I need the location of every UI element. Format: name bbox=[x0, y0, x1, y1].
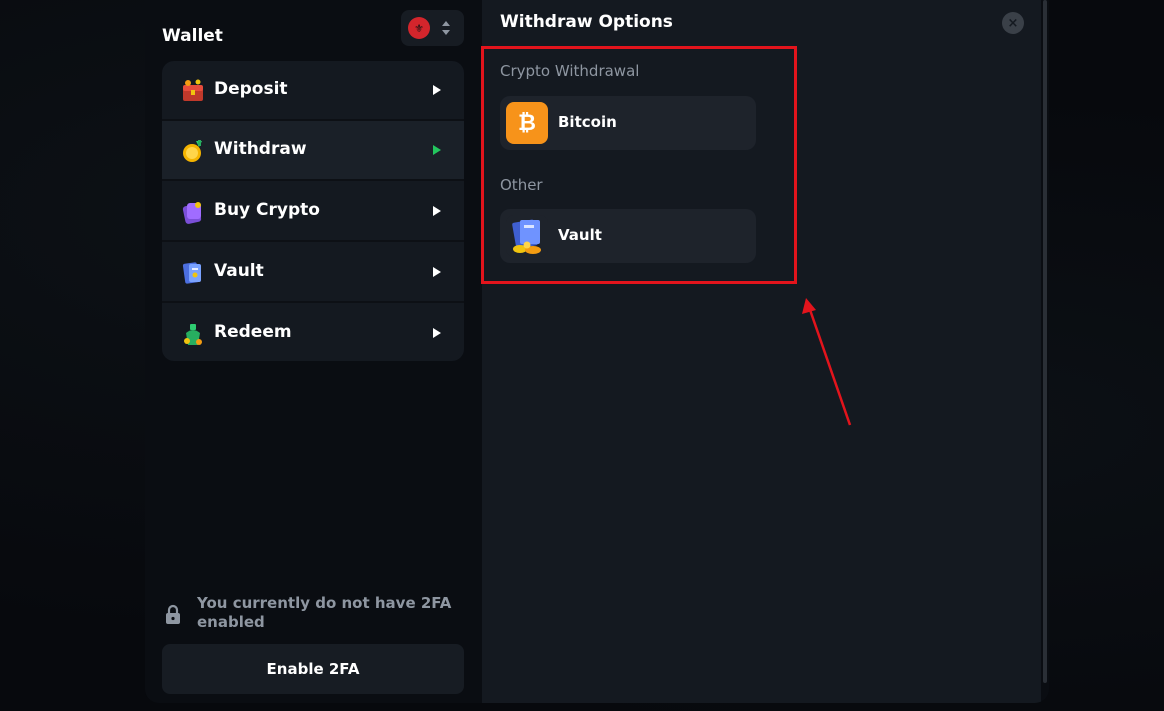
deposit-chest-icon bbox=[183, 79, 203, 101]
wallet-menu: Deposit Withdraw Buy Crypto Vault Redeem bbox=[162, 61, 464, 361]
redeem-money-icon bbox=[184, 324, 202, 345]
annotation-arrow-icon bbox=[802, 298, 852, 426]
menu-item-withdraw[interactable]: Withdraw bbox=[162, 121, 464, 181]
menu-item-buy-crypto[interactable]: Buy Crypto bbox=[162, 182, 464, 242]
play-arrow-icon bbox=[433, 206, 441, 216]
buy-crypto-card-icon bbox=[182, 202, 202, 224]
twofa-message: You currently do not have 2FA enabled bbox=[197, 594, 452, 631]
close-icon: × bbox=[1007, 15, 1019, 31]
currency-flag-icon: ⚜ bbox=[408, 17, 430, 39]
wallet-title: Wallet bbox=[162, 26, 223, 46]
play-arrow-icon bbox=[433, 267, 441, 277]
menu-item-label: Buy Crypto bbox=[214, 200, 320, 220]
withdraw-coin-icon bbox=[183, 140, 202, 162]
menu-item-label: Vault bbox=[214, 261, 264, 281]
close-button[interactable]: × bbox=[1002, 12, 1024, 34]
chevron-updown-icon bbox=[442, 21, 450, 35]
menu-divider bbox=[162, 240, 464, 242]
play-arrow-icon bbox=[433, 145, 441, 155]
wallet-sidebar: Wallet ⚜ Deposit Withdraw Buy Crypto Vau… bbox=[145, 0, 482, 703]
menu-item-label: Redeem bbox=[214, 322, 292, 342]
menu-item-vault[interactable]: Vault bbox=[162, 243, 464, 303]
panel-title: Withdraw Options bbox=[500, 12, 673, 32]
lock-icon bbox=[166, 604, 180, 624]
enable-2fa-button[interactable]: Enable 2FA bbox=[162, 644, 464, 694]
menu-divider bbox=[162, 179, 464, 181]
menu-item-redeem[interactable]: Redeem bbox=[162, 304, 464, 361]
annotation-highlight-box bbox=[481, 46, 797, 284]
scrollbar-thumb[interactable] bbox=[1043, 0, 1047, 683]
menu-divider bbox=[162, 301, 464, 303]
menu-item-label: Withdraw bbox=[214, 139, 307, 159]
menu-item-deposit[interactable]: Deposit bbox=[162, 61, 464, 121]
scrollbar[interactable] bbox=[1041, 0, 1049, 693]
menu-item-label: Deposit bbox=[214, 79, 288, 99]
play-arrow-icon bbox=[433, 85, 441, 95]
vault-icon bbox=[182, 262, 201, 284]
currency-selector[interactable]: ⚜ bbox=[401, 10, 464, 46]
play-arrow-icon bbox=[433, 328, 441, 338]
